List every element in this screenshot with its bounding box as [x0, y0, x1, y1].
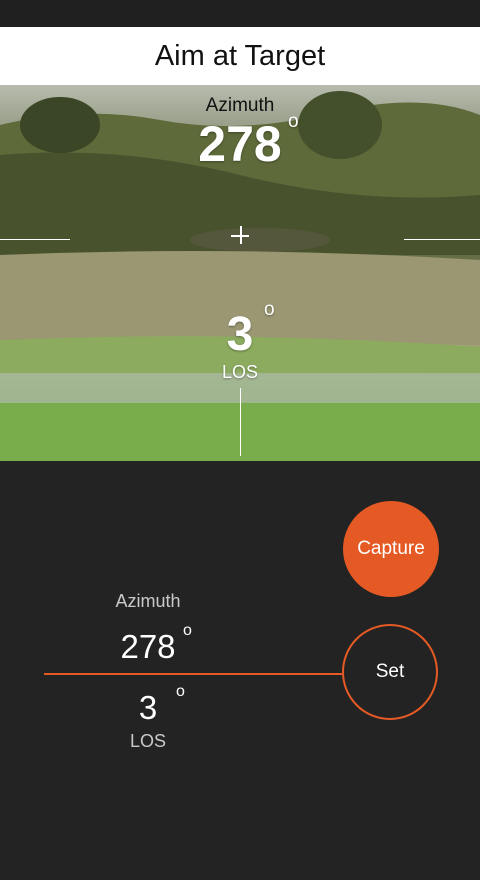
crosshair-icon	[229, 224, 253, 248]
overlay-los-value: 3	[226, 308, 254, 361]
overlay-azimuth-value: 278	[198, 116, 282, 172]
page-title: Aim at Target	[0, 27, 480, 85]
readout-azimuth-label: Azimuth	[115, 591, 181, 611]
readout-azimuth-degree-symbol: o	[183, 622, 192, 639]
overlay-los-label: LOS	[221, 362, 259, 382]
status-bar	[0, 0, 480, 27]
readout-los-label: LOS	[129, 731, 167, 751]
overlay-azimuth-degree-symbol: o	[288, 111, 299, 132]
overlay-azimuth-label: Azimuth	[205, 95, 275, 116]
readout-los-value: 3	[138, 689, 158, 726]
readout-los-degree-symbol: o	[176, 683, 185, 700]
capture-button[interactable]: Capture	[343, 501, 439, 597]
crosshair-vertical-line	[240, 388, 241, 456]
overlay-los-degree-symbol: o	[264, 299, 275, 320]
set-button[interactable]: Set	[342, 624, 438, 720]
crosshair-left-line	[0, 239, 70, 240]
crosshair-right-line	[404, 239, 480, 240]
camera-viewfinder: Azimuth 278 o 3 o LOS	[0, 85, 480, 461]
readout-divider-line	[44, 673, 342, 675]
